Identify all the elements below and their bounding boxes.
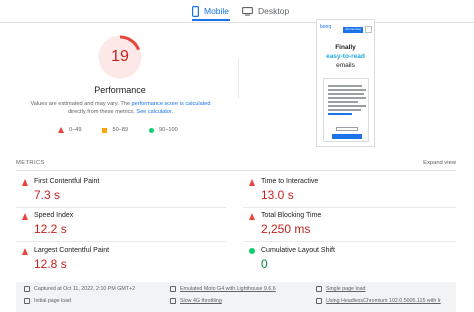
- captured-at-text: Captured at Oct 11, 2022, 2:10 PM GMT+2: [34, 286, 136, 292]
- metric-name: Total Blocking Time: [261, 212, 322, 219]
- preview-headline-3: emails: [336, 62, 355, 69]
- legend-average: 50–89: [102, 127, 128, 133]
- fail-triangle-icon: [22, 179, 28, 186]
- emulated-device-text: Emulated Moto G4 with Lighthouse 9.6.6: [180, 286, 276, 292]
- throttling-text: Slow 4G throttling: [180, 298, 222, 304]
- legend-pass-range: 90–100: [159, 127, 178, 133]
- pass-circle-icon: [249, 248, 255, 254]
- preview-cookie-dialog: [323, 78, 369, 142]
- initial-page-load-text: Initial page load: [34, 298, 72, 304]
- tabs-divider: [0, 22, 474, 23]
- metric-divider: [243, 241, 456, 242]
- device-icon: [170, 286, 176, 292]
- preview-deny-button: [336, 127, 358, 131]
- emulated-device[interactable]: Emulated Moto G4 with Lighthouse 9.6.6: [170, 286, 276, 292]
- metric-name: Largest Contentful Paint: [34, 247, 110, 254]
- metric-time-to-interactive: Time to Interactive 13.0 s: [243, 174, 443, 207]
- preview-text-line: [328, 85, 362, 87]
- see-calculator-link[interactable]: See calculator.: [136, 109, 173, 115]
- captured-at: Captured at Oct 11, 2022, 2:10 PM GMT+2: [24, 286, 135, 292]
- single-page-load[interactable]: Single page load: [316, 286, 365, 292]
- tab-desktop-label: Desktop: [258, 6, 290, 16]
- metric-value: 0: [261, 257, 268, 271]
- metric-cumulative-layout-shift: Cumulative Layout Shift 0: [243, 243, 443, 276]
- vertical-divider: [238, 58, 239, 98]
- document-icon: [316, 286, 322, 292]
- metric-name: Time to Interactive: [261, 178, 319, 185]
- legend-fail: 0–49: [58, 127, 81, 133]
- preview-brand: bonq: [320, 24, 332, 30]
- performance-score: 19: [111, 48, 129, 65]
- performance-title: Performance: [94, 85, 146, 95]
- pass-circle-icon: [149, 127, 155, 133]
- legend-fail-range: 0–49: [69, 127, 82, 133]
- metric-speed-index: Speed Index 12.2 s: [16, 208, 216, 241]
- metric-name: Speed Index: [34, 212, 74, 219]
- active-tab-indicator: [192, 19, 230, 21]
- metric-first-contentful-paint: First Contentful Paint 7.3 s: [16, 174, 216, 207]
- timer-icon: [24, 298, 30, 304]
- preview-text-line: [328, 105, 366, 107]
- fail-triangle-icon: [249, 213, 255, 220]
- tab-mobile-label: Mobile: [204, 6, 230, 16]
- metric-name: First Contentful Paint: [34, 178, 100, 185]
- score-legend: 0–49 50–89 90–100: [58, 127, 178, 133]
- browser-info[interactable]: Using HeadlessChromium 102.0.5005.115 wi…: [316, 298, 441, 304]
- pagespeed-report: Mobile Desktop 19 Performance Values are…: [0, 0, 474, 312]
- metric-value: 13.0 s: [261, 188, 294, 202]
- run-info-footer: Captured at Oct 11, 2022, 2:10 PM GMT+2 …: [16, 282, 456, 312]
- monitor-icon: [242, 6, 253, 16]
- metric-total-blocking-time: Total Blocking Time 2,250 ms: [243, 208, 443, 241]
- fail-triangle-icon: [22, 213, 28, 220]
- browser-info-text: Using HeadlessChromium 102.0.5005.115 wi…: [326, 298, 441, 304]
- device-tabs: Mobile Desktop: [0, 0, 474, 23]
- fail-triangle-icon: [58, 127, 64, 133]
- single-page-load-text: Single page load: [326, 286, 366, 292]
- preview-text-line: [328, 101, 358, 103]
- preview-menu-icon: [365, 26, 372, 33]
- smartphone-icon: [192, 5, 199, 17]
- preview-text-line: [328, 93, 364, 95]
- score-calculation-link[interactable]: performance score is calculated: [132, 101, 211, 107]
- tab-desktop[interactable]: Desktop: [242, 3, 289, 19]
- preview-text-line: [328, 109, 361, 111]
- metric-value: 12.8 s: [34, 257, 67, 271]
- expand-view-link[interactable]: Expand view: [423, 160, 456, 166]
- metric-value: 7.3 s: [34, 188, 61, 202]
- performance-note: Values are estimated and may vary. The p…: [18, 100, 223, 116]
- preview-accept-button: [332, 134, 362, 139]
- network-icon: [170, 298, 176, 304]
- preview-text-line: [328, 97, 366, 99]
- metrics-divider: [16, 170, 456, 171]
- preview-cta: Join free bonq: [343, 27, 363, 33]
- metric-value: 2,250 ms: [261, 222, 311, 236]
- browser-icon: [316, 298, 322, 304]
- preview-headline-1: Finally: [335, 44, 356, 51]
- metric-name: Cumulative Layout Shift: [261, 247, 335, 254]
- metric-divider: [16, 241, 226, 242]
- initial-page-load: Initial page load: [24, 298, 71, 304]
- note-text-2: directly from these metrics.: [67, 109, 135, 115]
- fail-triangle-icon: [249, 179, 255, 186]
- preview-link-line: [328, 113, 352, 115]
- note-text: Values are estimated and may vary. The: [30, 101, 130, 107]
- preview-headline-2: easy-to-read: [326, 53, 365, 60]
- fail-triangle-icon: [22, 248, 28, 255]
- preview-text-line: [328, 89, 366, 91]
- legend-average-range: 50–89: [112, 127, 129, 133]
- tab-mobile[interactable]: Mobile: [192, 3, 229, 19]
- metric-largest-contentful-paint: Largest Contentful Paint 12.8 s: [16, 243, 216, 276]
- metric-value: 12.2 s: [34, 222, 67, 236]
- average-square-icon: [102, 127, 108, 133]
- throttling[interactable]: Slow 4G throttling: [170, 298, 222, 304]
- calendar-icon: [24, 286, 30, 292]
- legend-pass: 90–100: [149, 127, 178, 133]
- metrics-heading: METRICS: [16, 160, 45, 166]
- page-screenshot-preview[interactable]: bonq Join free bonq Finally easy-to-read…: [316, 19, 375, 147]
